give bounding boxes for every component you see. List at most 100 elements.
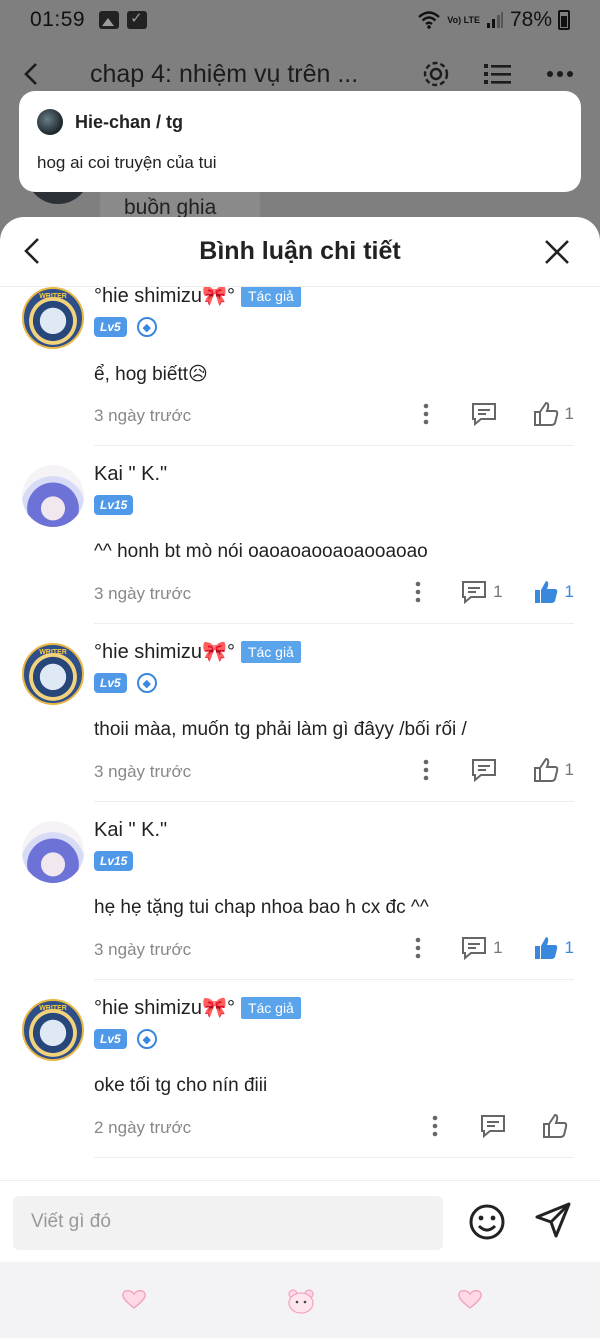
more-vertical-icon[interactable] (432, 1115, 438, 1137)
author-tag-badge: Tác giả (240, 640, 301, 663)
level-badge: Lv15 (94, 851, 134, 871)
send-icon[interactable] (534, 1201, 572, 1239)
level-badge: Lv5 (94, 317, 127, 337)
avatar[interactable] (22, 999, 84, 1061)
level-badge: Lv15 (94, 495, 134, 515)
comment-time: 3 ngày trước (94, 406, 192, 425)
badge-row: Lv15 (94, 495, 134, 515)
back-arrow-icon[interactable] (20, 62, 44, 86)
comment-item: °hie shimizu🎀° Tác giả Lv5 ◆ ể, hog biết… (0, 287, 600, 451)
reply-button[interactable] (471, 758, 503, 782)
level-badge: Lv5 (94, 673, 127, 693)
thumbs-up-icon (533, 401, 558, 426)
comment-item: °hie shimizu🎀° Tác giả Lv5 ◆ oke tối tg … (0, 985, 600, 1163)
more-vertical-icon[interactable] (423, 759, 429, 781)
chapter-list-icon[interactable] (484, 62, 512, 86)
like-button[interactable] (542, 1113, 574, 1139)
author-name: °hie shimizu🎀° (94, 997, 235, 1019)
thumbs-up-filled-icon (534, 581, 557, 603)
sheet-header: Bình luận chi tiết (0, 217, 600, 287)
comment-time: 3 ngày trước (94, 940, 192, 959)
thumbs-up-icon (543, 1113, 568, 1138)
reply-count: 1 (493, 938, 503, 957)
comment-text: hẹ hẹ tặng tui chap nhoa bao h cx đc ^^ (94, 897, 429, 918)
comment-author[interactable]: Kai " K." (94, 819, 167, 842)
volte-indicator: Vo) LTE (447, 14, 480, 25)
comment-text: ể, hog biếtt😥 (94, 364, 208, 385)
reply-button[interactable] (471, 402, 503, 426)
thumbs-up-icon (533, 757, 558, 782)
drop-badge-icon: ◆ (136, 317, 157, 337)
comment-author[interactable]: °hie shimizu🎀° Tác giả (94, 287, 301, 308)
comment-input[interactable]: Viết gì đó (13, 1196, 443, 1250)
heart-sticker-icon[interactable] (457, 1288, 483, 1310)
like-count: 1 (564, 404, 574, 423)
comment-icon (481, 1115, 505, 1138)
like-count: 1 (564, 938, 574, 957)
wifi-icon (418, 11, 441, 29)
author-name: °hie shimizu🎀° (94, 287, 235, 307)
like-button[interactable]: 1 (533, 935, 574, 961)
sticker-strip (0, 1262, 600, 1338)
gallery-icon (99, 11, 120, 29)
notification-avatar (37, 109, 63, 135)
comment-icon (471, 759, 496, 782)
avatar[interactable] (22, 821, 84, 883)
level-badge: Lv5 (94, 1029, 127, 1049)
battery-percent: 78% (509, 8, 552, 31)
badge-row: Lv5 ◆ (94, 317, 157, 337)
avatar[interactable] (22, 465, 84, 527)
author-name: °hie shimizu🎀° (94, 641, 235, 663)
comment-author[interactable]: °hie shimizu🎀° Tác giả (94, 639, 301, 664)
comment-time: 2 ngày trước (94, 1118, 192, 1137)
like-count: 1 (564, 760, 574, 779)
badge-row: Lv15 (94, 851, 134, 871)
reply-button[interactable] (480, 1114, 512, 1138)
like-button[interactable]: 1 (533, 579, 574, 605)
comment-text: thoii màa, muốn tg phải làm gì đâyy /bối… (94, 719, 467, 740)
status-bar: 01:59 Vo) LTE 78% (0, 0, 600, 40)
settings-gear-icon[interactable] (422, 60, 450, 88)
comment-item: Kai " K." Lv15 ^^ honh bt mò nói oaoaoao… (0, 451, 600, 629)
notification-message: hog ai coi truyện của tui (37, 153, 217, 172)
like-button[interactable]: 1 (533, 757, 574, 783)
close-icon[interactable] (544, 239, 570, 265)
comment-text: ^^ honh bt mò nói oaoaoaooaoaooaoao (94, 541, 428, 562)
drop-badge-icon: ◆ (136, 673, 157, 693)
chapter-title: chap 4: nhiệm vụ trên ... (90, 59, 359, 88)
thumbs-up-filled-icon (534, 937, 557, 959)
more-vertical-icon[interactable] (423, 403, 429, 425)
comment-icon (462, 581, 487, 604)
emoji-icon[interactable] (468, 1203, 506, 1241)
divider (94, 623, 574, 624)
more-options-icon[interactable] (546, 70, 574, 78)
signal-icon (486, 12, 503, 28)
sheet-back-icon[interactable] (22, 237, 42, 265)
comment-detail-sheet: Bình luận chi tiết °hie shimizu🎀° Tác gi… (0, 217, 600, 1338)
divider (94, 979, 574, 980)
more-vertical-icon[interactable] (415, 581, 421, 603)
bear-sticker-icon[interactable] (286, 1288, 316, 1314)
heart-sticker-icon[interactable] (121, 1288, 147, 1310)
more-vertical-icon[interactable] (415, 937, 421, 959)
comment-author[interactable]: Kai " K." (94, 463, 167, 486)
comment-author[interactable]: °hie shimizu🎀° Tác giả (94, 995, 301, 1020)
divider (94, 1157, 574, 1158)
divider (94, 445, 574, 446)
comment-time: 3 ngày trước (94, 762, 192, 781)
comment-list: °hie shimizu🎀° Tác giả Lv5 ◆ ể, hog biết… (0, 287, 600, 1180)
reply-button[interactable]: 1 (461, 580, 503, 604)
author-name: Kai " K." (94, 819, 168, 841)
comment-item: Kai " K." Lv15 hẹ hẹ tặng tui chap nhoa … (0, 807, 600, 985)
avatar[interactable] (22, 643, 84, 705)
divider (94, 801, 574, 802)
avatar[interactable] (22, 287, 84, 349)
badge-row: Lv5 ◆ (94, 1029, 157, 1049)
notification-popup[interactable]: Hie-chan / tg hog ai coi truyện của tui (19, 91, 581, 192)
reply-button[interactable]: 1 (461, 936, 503, 960)
like-count: 1 (564, 582, 574, 601)
comment-item: °hie shimizu🎀° Tác giả Lv5 ◆ thoii màa, … (0, 629, 600, 807)
like-button[interactable]: 1 (533, 401, 574, 427)
author-tag-badge: Tác giả (240, 287, 301, 307)
comment-icon (471, 403, 496, 426)
